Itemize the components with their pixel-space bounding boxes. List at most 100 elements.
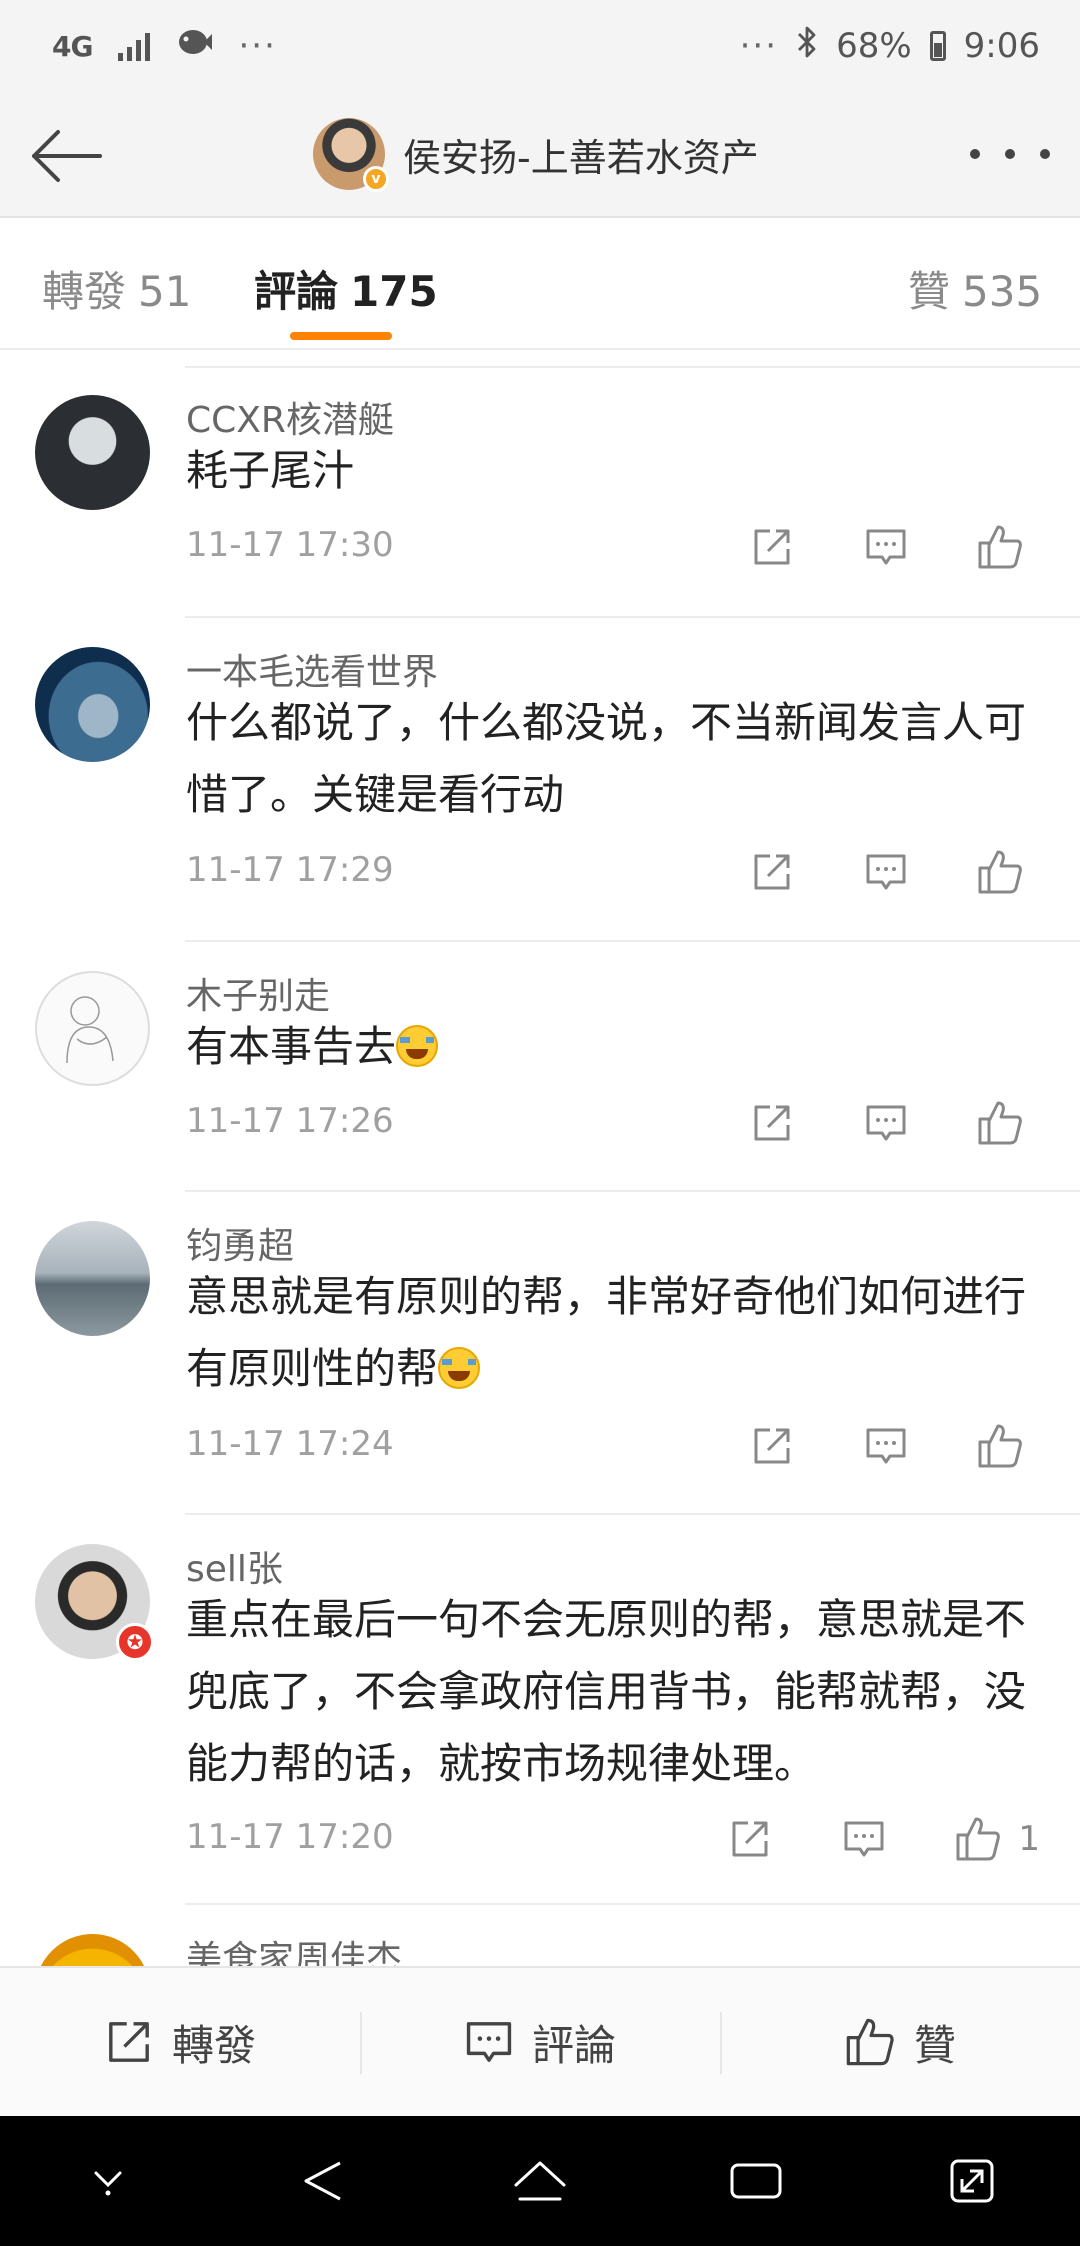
comment-text: 重点在最后一句不会无原则的帮，意思就是不兜底了，不会拿政府信用背书，能帮就帮，没… — [186, 1595, 1027, 1788]
hide-keyboard-button[interactable] — [63, 2136, 153, 2226]
thumbs-up-icon — [978, 850, 1022, 894]
system-navigation-bar — [0, 2116, 1080, 2246]
share-icon — [754, 1105, 790, 1141]
divider — [185, 366, 1080, 368]
repost-button[interactable] — [742, 1416, 802, 1476]
reply-button[interactable] — [856, 1416, 916, 1476]
clock: 9:06 — [963, 26, 1040, 66]
chevron-down-icon — [94, 2171, 122, 2196]
avatar[interactable] — [35, 1221, 150, 1336]
comment-actions — [742, 1416, 1040, 1476]
comment-time: 11-17 17:30 — [186, 525, 394, 565]
comment-time: 11-17 17:20 — [186, 1817, 394, 1857]
repost-button[interactable] — [742, 842, 802, 902]
reply-button[interactable] — [856, 1093, 916, 1153]
avatar[interactable] — [35, 647, 150, 762]
expand-icon — [950, 2159, 994, 2203]
more-notifications-indicator: ··· — [238, 26, 277, 66]
avatar[interactable]: v — [313, 118, 389, 192]
like-button[interactable] — [970, 842, 1030, 902]
nav-home-button[interactable] — [495, 2136, 585, 2226]
profile-title[interactable]: v 侯安扬-上善若水资产 — [313, 118, 759, 192]
repost-button[interactable] — [720, 1809, 780, 1869]
reply-button[interactable] — [856, 517, 916, 577]
comment-icon — [866, 1428, 906, 1464]
comment-icon — [466, 2022, 512, 2062]
comment-icon — [844, 1821, 884, 1857]
comment-username[interactable]: 美食家周佳杰 — [186, 1930, 402, 1966]
like-button[interactable] — [970, 1093, 1030, 1153]
laughing-emoji — [438, 1347, 481, 1389]
avatar[interactable] — [35, 1934, 150, 1966]
thumbs-up-icon — [978, 525, 1022, 569]
verified-badge-icon: v — [363, 166, 389, 192]
tab-count: 535 — [962, 267, 1043, 316]
tab-count: 175 — [350, 267, 438, 316]
comment-text: 有本事告去 — [186, 1011, 1056, 1083]
tab-comments[interactable]: 評論 175 — [254, 258, 438, 319]
tab-label: 轉發 — [42, 267, 127, 316]
bottom-action-bar: 轉發 評論 贊 — [0, 1966, 1080, 2116]
comment-list[interactable]: CCXR核潜艇 耗子尾汁 11-17 17:30 一本毛选看世界 什么都说了，什… — [0, 350, 1080, 1966]
battery-icon — [929, 31, 946, 61]
comment-action-label: 評論 — [531, 2020, 616, 2070]
back-button[interactable] — [24, 114, 108, 198]
comment-text-body: 有本事告去 — [186, 1022, 397, 1071]
comment-actions: 1 — [720, 1809, 1040, 1869]
comment-icon — [866, 854, 906, 890]
share-icon — [754, 854, 790, 890]
fish-icon — [176, 26, 213, 66]
recents-icon — [730, 2163, 782, 2199]
back-arrow-icon — [32, 130, 102, 182]
divider — [185, 940, 1080, 942]
tab-label: 評論 — [254, 267, 339, 316]
avatar[interactable]: ✪ — [35, 1544, 154, 1661]
nav-recents-button[interactable] — [711, 2136, 801, 2226]
thumbs-up-icon — [846, 2018, 894, 2066]
repost-button[interactable] — [742, 1093, 802, 1153]
share-icon — [109, 2022, 149, 2062]
thumbs-up-icon — [978, 1424, 1022, 1468]
status-bar: 4G ··· ··· 68% 9:06 — [0, 0, 1080, 92]
more-options-button[interactable] — [970, 132, 1050, 176]
like-action-label: 贊 — [913, 2020, 956, 2070]
like-action-button[interactable]: 贊 — [720, 1968, 1080, 2116]
repost-action-label: 轉發 — [171, 2020, 256, 2070]
share-icon — [754, 1428, 790, 1464]
repost-button[interactable] — [742, 517, 802, 577]
top-navigation-bar: v 侯安扬-上善若水资产 — [0, 92, 1080, 218]
comment-text: 意思就是有原则的帮，非常好奇他们如何进行有原则性的帮 — [186, 1261, 1056, 1405]
divider — [185, 1903, 1080, 1905]
comment-time: 11-17 17:29 — [186, 850, 394, 890]
comment-time: 11-17 17:24 — [186, 1424, 394, 1464]
repost-action-button[interactable]: 轉發 — [0, 1968, 360, 2116]
tab-reposts[interactable]: 轉發 51 — [42, 258, 191, 319]
like-button[interactable] — [970, 1416, 1030, 1476]
avatar[interactable] — [35, 971, 150, 1086]
like-button[interactable] — [948, 1809, 1008, 1869]
share-icon — [754, 529, 790, 565]
bluetooth-icon — [796, 25, 818, 68]
avatar[interactable] — [35, 395, 150, 510]
comment-time: 11-17 17:26 — [186, 1101, 394, 1141]
divider — [185, 1513, 1080, 1515]
comment-action-button[interactable]: 評論 — [360, 1968, 720, 2116]
tab-likes[interactable]: 贊 535 — [908, 258, 1042, 319]
reply-button[interactable] — [834, 1809, 894, 1869]
nav-back-button[interactable] — [279, 2136, 369, 2226]
battery-percent: 68% — [836, 26, 912, 66]
divider — [185, 616, 1080, 618]
divider — [185, 1190, 1080, 1192]
comment-text: 耗子尾汁 — [186, 446, 355, 495]
network-type: 4G — [52, 29, 93, 63]
reply-button[interactable] — [856, 842, 916, 902]
active-tab-indicator — [290, 332, 392, 340]
more-status-indicator: ··· — [739, 26, 779, 66]
like-button[interactable] — [970, 517, 1030, 577]
comment-text: 什么都说了，什么都没说，不当新闻发言人可惜了。关键是看行动 — [186, 698, 1027, 819]
nav-expand-button[interactable] — [927, 2136, 1017, 2226]
comment-actions — [742, 1093, 1040, 1153]
tab-count: 51 — [138, 267, 192, 316]
comment-actions — [742, 517, 1040, 577]
comment-icon — [866, 1105, 906, 1141]
